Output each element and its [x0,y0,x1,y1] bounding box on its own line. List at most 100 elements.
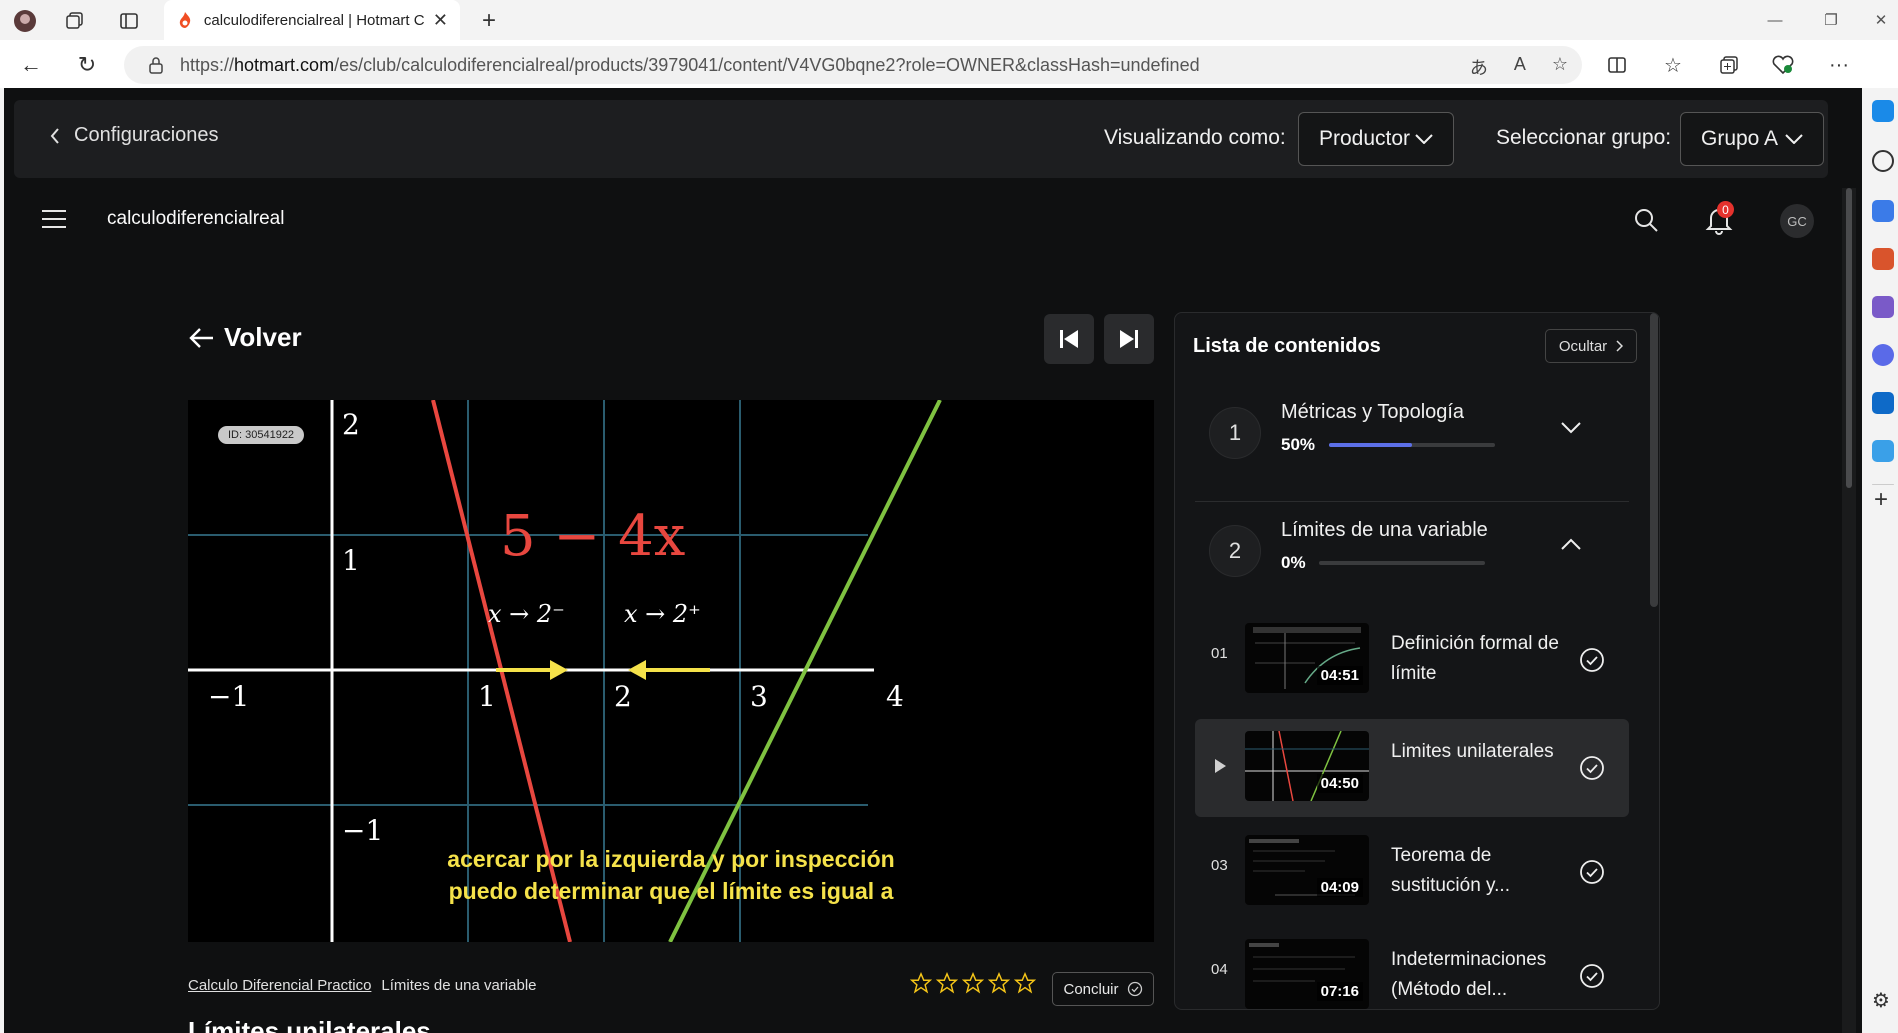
browser-tab-active[interactable]: calculodiferencialreal | Hotmart C ✕ [164,0,460,40]
check-circle-icon[interactable] [1579,755,1605,781]
check-circle-icon[interactable] [1579,963,1605,989]
module-name: Métricas y Topología [1281,401,1465,423]
favorites-icon[interactable]: ☆ [1658,50,1688,80]
page-scrollbar[interactable] [1842,188,1856,1033]
page-scrollbar-thumb[interactable] [1846,188,1852,488]
profile-avatar-icon[interactable] [12,8,38,34]
course-link[interactable]: Calculo Diferencial Practico [188,977,371,994]
panel-scrollbar[interactable] [1650,313,1658,607]
lesson-item[interactable]: 04 07:16 Indeterminaciones (Método del..… [1195,927,1629,1009]
search-sidebar-icon[interactable] [1872,150,1894,172]
add-sidebar-icon[interactable]: + [1874,486,1888,514]
chevron-right-icon [1616,340,1624,352]
read-aloud-icon[interactable]: A [1514,54,1526,80]
rating-stars[interactable] [910,972,1036,994]
lesson-heading: Límites unilaterales [188,1016,431,1033]
star-icon[interactable] [1014,972,1036,994]
brand-name[interactable]: calculodiferencialreal [107,208,284,230]
module-progress-fill [1329,443,1412,447]
translate-icon[interactable]: あ [1470,54,1488,80]
content-list-title: Lista de contenidos [1193,335,1381,357]
new-tab-icon[interactable]: + [476,7,502,34]
module-item[interactable]: 2 Límites de una variable 0% [1195,505,1629,615]
module-progress-label: 50% [1281,435,1316,454]
send-icon[interactable] [1872,440,1894,462]
notification-badge: 0 [1717,201,1734,218]
star-icon[interactable] [962,972,984,994]
office-icon[interactable] [1872,344,1894,366]
viewing-as-label: Visualizando como: [1104,126,1286,149]
outlook-icon[interactable] [1872,392,1894,414]
configuraciones-link[interactable]: Configuraciones [50,124,219,147]
chevron-down-icon [1415,134,1433,144]
minimize-icon[interactable]: — [1760,8,1790,32]
games-icon[interactable] [1872,296,1894,318]
viewing-as-select[interactable]: Productor [1298,112,1454,166]
url-field[interactable]: https://hotmart.com/es/club/calculodifer… [124,46,1582,84]
refresh-icon[interactable]: ↻ [72,50,102,80]
sidebar-settings-icon[interactable]: ⚙ [1872,988,1890,1013]
module-item[interactable]: 1 Métricas y Topología 50% [1195,387,1629,497]
workspaces-icon[interactable] [62,8,88,34]
module-number: 1 [1209,407,1261,459]
copilot-icon[interactable] [1872,100,1894,122]
lesson-item-active[interactable]: 04:50 Limites unilaterales [1195,719,1629,817]
lesson-number: 03 [1211,857,1228,874]
lesson-thumbnail: 04:09 [1245,835,1369,905]
browser-essentials-icon[interactable] [1768,50,1798,80]
module-name: Límites de una variable [381,977,537,994]
star-icon[interactable] [910,972,932,994]
x-tick-label: −1 [208,680,250,713]
subtitle-line: puedo determinar que el límite es igual … [448,878,894,904]
group-value: Grupo A [1701,127,1779,150]
x-tick-label: 3 [750,680,768,713]
ocultar-button[interactable]: Ocultar [1545,329,1637,363]
skip-next-icon [1120,330,1138,348]
tab-actions-icon[interactable] [116,8,142,34]
star-icon[interactable] [936,972,958,994]
shopping-icon[interactable] [1872,200,1894,222]
lesson-number: 01 [1211,645,1228,662]
lesson-title: Definición formal de límite [1391,633,1559,684]
browser-tab-bar: calculodiferencialreal | Hotmart C ✕ + —… [0,0,1898,40]
avatar[interactable]: GC [1780,204,1814,238]
play-icon [1215,759,1226,773]
video-id-tag: ID: 30541922 [218,426,305,444]
more-options-icon[interactable]: ··· [1824,50,1854,80]
skip-previous-icon [1060,330,1078,348]
split-screen-icon[interactable] [1602,50,1632,80]
check-circle-icon[interactable] [1579,859,1605,885]
chevron-up-icon[interactable] [1559,533,1583,557]
menu-icon[interactable] [42,210,66,230]
club-header: calculodiferencialreal 0 GC [4,188,1834,264]
lesson-thumbnail: 04:50 [1245,731,1369,801]
lesson-item[interactable]: 01 04:51 Definición formal de límite [1195,611,1629,709]
close-window-icon[interactable]: ✕ [1866,8,1896,32]
chevron-down-icon[interactable] [1559,415,1583,439]
check-circle-icon[interactable] [1579,647,1605,673]
lesson-item[interactable]: 03 04:09 Teorema de sustitución y... [1195,823,1629,921]
lock-icon [149,57,163,74]
lesson-title: Indeterminaciones (Método del... [1391,949,1547,1000]
concluir-button[interactable]: Concluir [1052,972,1154,1006]
tab-close-icon[interactable]: ✕ [433,10,448,31]
volver-button[interactable]: Volver [188,322,302,353]
group-label: Seleccionar grupo: [1496,126,1672,149]
star-icon[interactable] [988,972,1010,994]
tools-icon[interactable] [1872,248,1894,270]
arrow-left-icon [189,327,213,348]
module-name: Límites de una variable [1281,519,1488,541]
restore-icon[interactable]: ❐ [1816,8,1846,32]
previous-lesson-button[interactable] [1044,314,1094,364]
collections-icon[interactable] [1714,50,1744,80]
search-icon[interactable] [1632,206,1660,234]
lesson-title: Teorema de sustitución y... [1391,845,1510,896]
next-lesson-button[interactable] [1104,314,1154,364]
back-icon[interactable]: ← [16,50,46,80]
lesson-thumbnail: 04:51 [1245,623,1369,693]
favorite-star-icon[interactable]: ☆ [1552,54,1568,80]
subtitle-line: acercar por la izquierda y por inspecció… [447,846,895,872]
y-tick-label: −1 [342,814,384,847]
group-select[interactable]: Grupo A [1680,112,1824,166]
video-player[interactable]: ID: 30541922 5 − 4x x → 2⁻ x → 2⁺ −1 1 2… [188,400,1154,942]
